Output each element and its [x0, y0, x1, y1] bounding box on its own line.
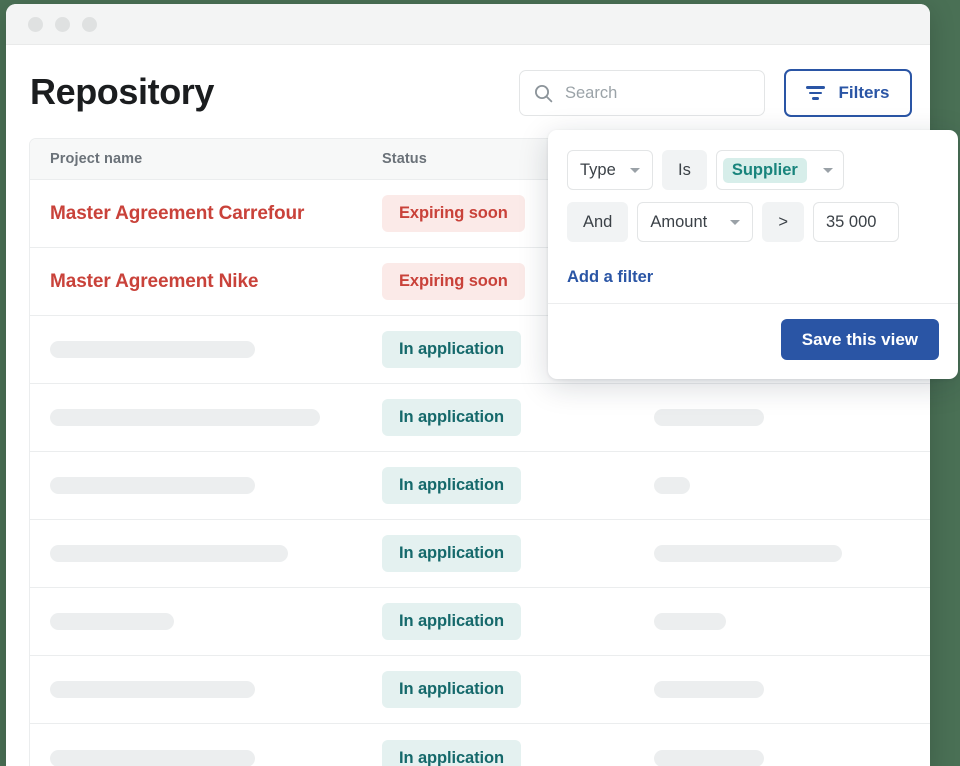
chevron-down-icon [630, 168, 640, 173]
cell-status: In application [382, 603, 654, 640]
status-badge: In application [382, 331, 521, 368]
skeleton-placeholder [654, 681, 764, 698]
filter-operator-1[interactable]: Is [662, 150, 707, 190]
cell-third [654, 681, 930, 698]
filter-value-input-2[interactable]: 35 000 [813, 202, 899, 242]
table-row[interactable]: In application [30, 520, 930, 588]
filters-popover: Type Is Supplier And Amount [548, 130, 958, 379]
cell-project-name [30, 750, 382, 766]
skeleton-placeholder [654, 750, 764, 766]
cell-project-name [30, 545, 382, 562]
filter-value-select-1[interactable]: Supplier [716, 150, 844, 190]
cell-third [654, 613, 930, 630]
save-this-view-button[interactable]: Save this view [781, 319, 939, 360]
filter-funnel-icon [806, 86, 825, 100]
project-name-text[interactable]: Master Agreement Nike [50, 271, 258, 292]
filter-value-label-2: 35 000 [826, 213, 876, 232]
table-row[interactable]: In application [30, 724, 930, 766]
filter-field-select-1[interactable]: Type [567, 150, 653, 190]
filter-conjunction-2[interactable]: And [567, 202, 628, 242]
filters-popover-body: Type Is Supplier And Amount [548, 130, 958, 303]
status-badge: In application [382, 467, 521, 504]
skeleton-placeholder [654, 477, 690, 494]
page-header: Repository Filters [6, 45, 930, 138]
filter-field-label-2: Amount [650, 213, 707, 232]
filters-button-label: Filters [838, 83, 889, 103]
skeleton-placeholder [50, 613, 174, 630]
cell-project-name: Master Agreement Nike [30, 271, 382, 293]
status-badge: In application [382, 535, 521, 572]
skeleton-placeholder [50, 341, 255, 358]
search-input[interactable] [565, 84, 750, 103]
header-actions: Filters [519, 69, 912, 117]
skeleton-placeholder [50, 545, 288, 562]
filter-operator-label-2: > [778, 213, 788, 232]
filters-button[interactable]: Filters [784, 69, 912, 117]
table-row[interactable]: In application [30, 384, 930, 452]
table-row[interactable]: In application [30, 656, 930, 724]
page-title: Repository [30, 74, 214, 110]
search-box[interactable] [519, 70, 765, 116]
skeleton-placeholder [654, 545, 842, 562]
filter-operator-label-1: Is [678, 161, 691, 180]
cell-project-name [30, 477, 382, 494]
status-badge: Expiring soon [382, 195, 525, 232]
status-badge: In application [382, 603, 521, 640]
search-icon [534, 84, 553, 103]
cell-status: In application [382, 671, 654, 708]
screen-root: Repository Filters [0, 0, 960, 766]
filter-conjunction-label-2: And [583, 213, 612, 232]
cell-project-name [30, 409, 382, 426]
cell-project-name [30, 681, 382, 698]
cell-third [654, 477, 930, 494]
filters-popover-footer: Save this view [548, 303, 958, 379]
table-row[interactable]: In application [30, 588, 930, 656]
window-titlebar [6, 4, 930, 45]
cell-third [654, 545, 930, 562]
cell-status: In application [382, 467, 654, 504]
maximize-dot-icon[interactable] [82, 17, 97, 32]
skeleton-placeholder [50, 477, 255, 494]
chevron-down-icon [823, 168, 833, 173]
status-badge: In application [382, 740, 521, 766]
skeleton-placeholder [50, 750, 255, 766]
skeleton-placeholder [654, 613, 726, 630]
minimize-dot-icon[interactable] [55, 17, 70, 32]
table-row[interactable]: In application [30, 452, 930, 520]
project-name-text[interactable]: Master Agreement Carrefour [50, 203, 304, 224]
cell-status: In application [382, 399, 654, 436]
filter-condition-row-2: And Amount > 35 000 [567, 202, 939, 242]
skeleton-placeholder [50, 409, 320, 426]
cell-status: In application [382, 535, 654, 572]
cell-project-name [30, 613, 382, 630]
filter-operator-2[interactable]: > [762, 202, 804, 242]
app-window: Repository Filters [6, 4, 930, 766]
skeleton-placeholder [50, 681, 255, 698]
status-badge: Expiring soon [382, 263, 525, 300]
filter-field-label-1: Type [580, 161, 616, 180]
filter-field-select-2[interactable]: Amount [637, 202, 753, 242]
skeleton-placeholder [654, 409, 764, 426]
filter-value-chip-1: Supplier [723, 158, 807, 183]
cell-status: In application [382, 740, 654, 766]
cell-project-name: Master Agreement Carrefour [30, 203, 382, 225]
status-badge: In application [382, 671, 521, 708]
cell-third [654, 409, 930, 426]
status-badge: In application [382, 399, 521, 436]
cell-project-name [30, 341, 382, 358]
filter-condition-row-1: Type Is Supplier [567, 150, 939, 190]
column-header-project-name[interactable]: Project name [30, 151, 382, 167]
cell-third [654, 750, 930, 766]
add-filter-link[interactable]: Add a filter [567, 268, 653, 287]
close-dot-icon[interactable] [28, 17, 43, 32]
chevron-down-icon [730, 220, 740, 225]
